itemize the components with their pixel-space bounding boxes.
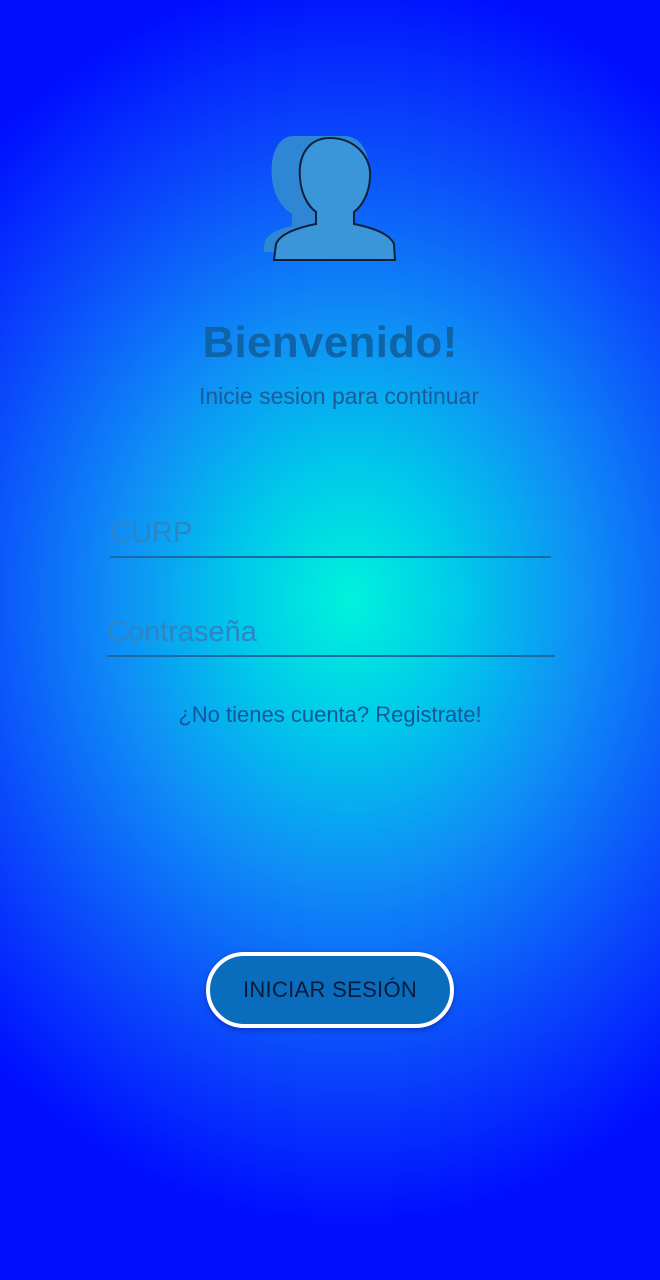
register-link[interactable]: ¿No tienes cuenta? Registrate!	[0, 702, 660, 728]
password-input[interactable]	[107, 609, 555, 655]
curp-input[interactable]	[110, 510, 551, 556]
login-button[interactable]: INICIAR SESIÓN	[206, 952, 454, 1028]
curp-field-wrapper	[110, 510, 551, 558]
password-field-wrapper	[107, 609, 555, 657]
welcome-title: Bienvenido!	[202, 318, 458, 367]
user-silhouette-icon	[264, 136, 397, 261]
welcome-subtitle: Inicie sesion para continuar	[199, 383, 479, 409]
login-screen: Bienvenido! Inicie sesion para continuar…	[0, 0, 660, 1280]
